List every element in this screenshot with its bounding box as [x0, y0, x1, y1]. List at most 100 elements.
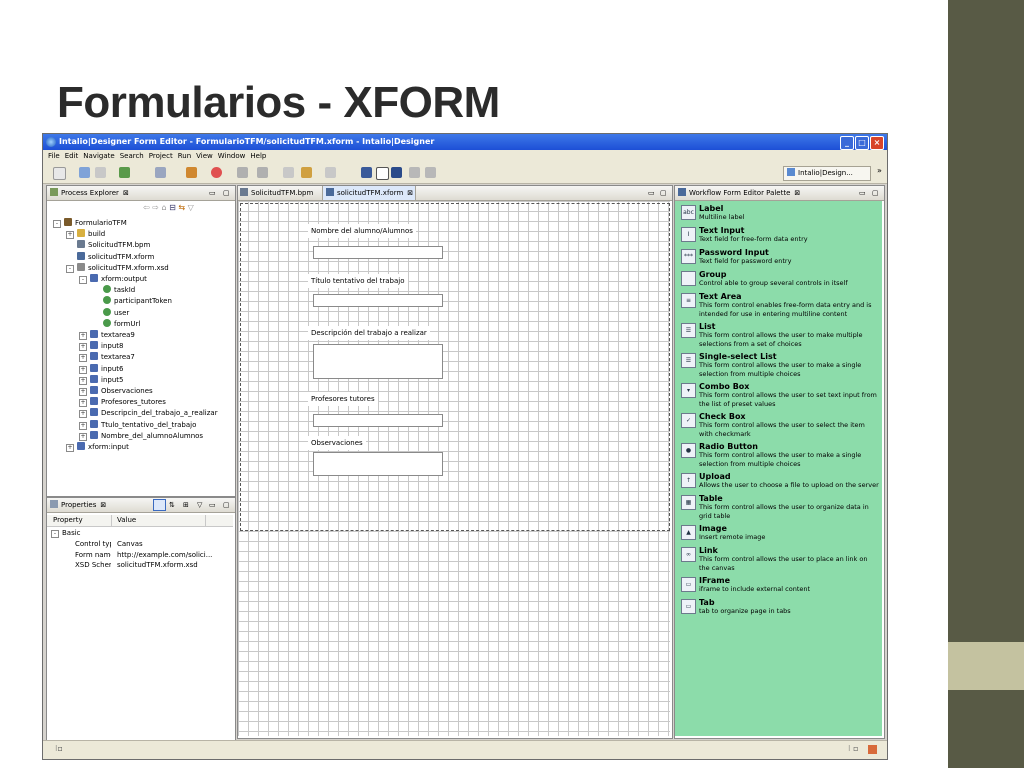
tree-item[interactable]: - FormularioTFM: [53, 218, 127, 228]
close-icon[interactable]: ⊠: [100, 501, 106, 509]
property-column-header[interactable]: Property: [53, 516, 83, 524]
tree-item[interactable]: + textarea9: [79, 330, 135, 340]
minimize-button[interactable]: _: [840, 136, 854, 150]
tree-item[interactable]: solicitudTFM.xform: [66, 251, 154, 262]
form-input-nombre[interactable]: [313, 246, 443, 259]
tree-item[interactable]: participantToken: [92, 296, 172, 306]
value-column-header[interactable]: Value: [117, 516, 136, 524]
expand-icon[interactable]: +: [79, 376, 87, 385]
link-editor-icon[interactable]: ⇆: [178, 203, 185, 212]
maximize-icon[interactable]: ▢: [872, 186, 879, 200]
tab-solicitud-bpm[interactable]: SolicitudTFM.bpm: [240, 186, 313, 200]
expand-icon[interactable]: +: [79, 399, 87, 408]
new-icon[interactable]: [53, 167, 66, 180]
menu-item-help[interactable]: Help: [250, 150, 266, 163]
process-explorer-tab[interactable]: Process Explorer ⊠ ▭ ▢: [47, 186, 235, 201]
close-icon[interactable]: ⊠: [123, 189, 129, 197]
form-label-titulo[interactable]: Título tentativo del trabajo: [308, 274, 408, 288]
palette-item-password-input[interactable]: *** Password Input Text field for password…: [681, 248, 877, 269]
debug-icon[interactable]: [119, 167, 130, 178]
property-row[interactable]: XSD Schem solicitudTFM.xform.xsd: [47, 560, 233, 570]
property-value[interactable]: Canvas: [117, 539, 143, 549]
form-label-nombre[interactable]: Nombre del alumno/Alumnos: [308, 224, 416, 238]
tree-item[interactable]: + build: [66, 229, 105, 240]
navigate-icon[interactable]: [325, 167, 336, 178]
form-input-profesores[interactable]: [313, 414, 443, 427]
palette-item-text-input[interactable]: I Text Input Text field for free-form data…: [681, 226, 877, 247]
palette-item-label[interactable]: abc Label Multiline label: [681, 204, 877, 225]
tree-item[interactable]: + textarea7: [79, 352, 135, 363]
expand-icon[interactable]: +: [79, 332, 87, 340]
menu-item-run[interactable]: Run: [178, 150, 191, 163]
close-icon[interactable]: ⊠: [407, 189, 413, 197]
forward-arrow-icon[interactable]: ⇨: [152, 203, 159, 212]
tree-item[interactable]: formUrl: [92, 318, 140, 329]
menu-item-project[interactable]: Project: [149, 150, 173, 163]
palette-item-iframe[interactable]: ▭ IFrame iframe to include external conten…: [681, 576, 877, 597]
tree-item[interactable]: + Descripcin_del_trabajo_a_realizar: [79, 408, 218, 419]
maximize-icon[interactable]: ▢: [223, 498, 230, 512]
form-textarea-descripcion[interactable]: [313, 344, 443, 379]
menu-item-view[interactable]: View: [196, 150, 213, 163]
tree-item[interactable]: + input8: [79, 341, 123, 352]
layout-icon[interactable]: [361, 167, 372, 178]
filter-icon[interactable]: ⇅: [169, 498, 175, 512]
collapse-icon[interactable]: -: [51, 530, 59, 538]
property-row[interactable]: Form name http://example.com/solici...: [47, 550, 233, 560]
stop-icon[interactable]: [211, 167, 222, 178]
restore-default-icon[interactable]: ⊞: [183, 498, 189, 512]
forward-icon[interactable]: [301, 167, 312, 178]
form-label-descripcion[interactable]: Descripción del trabajo a realizar: [308, 326, 430, 340]
tree-item[interactable]: - xform:output: [79, 274, 147, 284]
tree-item[interactable]: + input5: [79, 374, 123, 385]
palette-item-upload[interactable]: ↑ Upload Allows the user to choose a file …: [681, 472, 879, 493]
menu-item-search[interactable]: Search: [120, 150, 144, 163]
palette-item-link[interactable]: ∞ Link This form control allows the user t…: [681, 546, 877, 572]
collapse-icon[interactable]: -: [53, 220, 61, 228]
view-menu-icon[interactable]: ▽: [197, 498, 202, 512]
edit-icon[interactable]: [257, 167, 268, 178]
tree-item[interactable]: - solicitudTFM.xform.xsd: [66, 262, 169, 273]
expand-icon[interactable]: +: [79, 421, 87, 430]
tree-item[interactable]: user: [92, 307, 129, 318]
expand-icon[interactable]: +: [79, 343, 87, 352]
maximize-button[interactable]: □: [855, 136, 869, 150]
menu-item-file[interactable]: File: [48, 150, 60, 163]
property-value[interactable]: solicitudTFM.xform.xsd: [117, 560, 198, 570]
open-icon[interactable]: [237, 167, 248, 178]
tree-item[interactable]: + xform:input: [66, 442, 129, 452]
tools-icon[interactable]: [155, 167, 166, 178]
back-arrow-icon[interactable]: ⇦: [143, 203, 150, 212]
property-value[interactable]: http://example.com/solici...: [117, 550, 212, 560]
expand-icon[interactable]: +: [79, 388, 87, 396]
form-textarea-observaciones[interactable]: [313, 452, 443, 476]
window-titlebar[interactable]: Intalio|Designer Form Editor - Formulari…: [43, 134, 887, 150]
form-label-observaciones[interactable]: Observaciones: [308, 436, 366, 450]
maximize-icon[interactable]: ▢: [223, 186, 230, 200]
palette-item-single-select-list[interactable]: ☰ Single-select List This form control all…: [681, 352, 877, 378]
palette-item-group[interactable]: Group Control able to group several contr…: [681, 270, 877, 291]
notification-icon[interactable]: [868, 745, 877, 754]
palette-item-check-box[interactable]: ✓ Check Box This form control allows the u…: [681, 412, 877, 438]
form-label-profesores[interactable]: Profesores tutores: [308, 392, 378, 406]
save-icon[interactable]: [79, 167, 90, 178]
expand-icon[interactable]: +: [79, 354, 87, 363]
fast-view-icon[interactable]: ⁝▫: [55, 744, 63, 753]
palette-tab[interactable]: Workflow Form Editor Palette ⊠ ▭ ▢: [675, 186, 884, 201]
tree-item[interactable]: taskId: [92, 285, 135, 295]
tree-item[interactable]: SolicitudTFM.bpm: [66, 240, 150, 250]
expand-icon[interactable]: +: [79, 410, 87, 419]
expand-icon[interactable]: +: [66, 444, 74, 452]
palette-item-image[interactable]: ▲ Image Insert remote image: [681, 524, 877, 545]
tree-item[interactable]: + Nombre_del_alumnoAlumnos: [79, 430, 203, 441]
home-icon[interactable]: ⌂: [162, 203, 167, 212]
collapse-icon[interactable]: -: [66, 264, 74, 273]
close-icon[interactable]: ⊠: [794, 189, 800, 197]
palette-item-table[interactable]: ▦ Table This form control allows the user …: [681, 494, 877, 520]
tree-item[interactable]: + Ttulo_tentativo_del_trabajo: [79, 419, 196, 430]
minimize-icon[interactable]: ▭: [209, 498, 216, 512]
print-icon[interactable]: [95, 167, 106, 178]
properties-tab[interactable]: Properties ⊠ ⇅ ⊞ ▽ ▭ ▢: [47, 498, 235, 513]
grid-icon[interactable]: [376, 167, 389, 180]
toolbar-overflow-icon[interactable]: »: [877, 166, 882, 175]
